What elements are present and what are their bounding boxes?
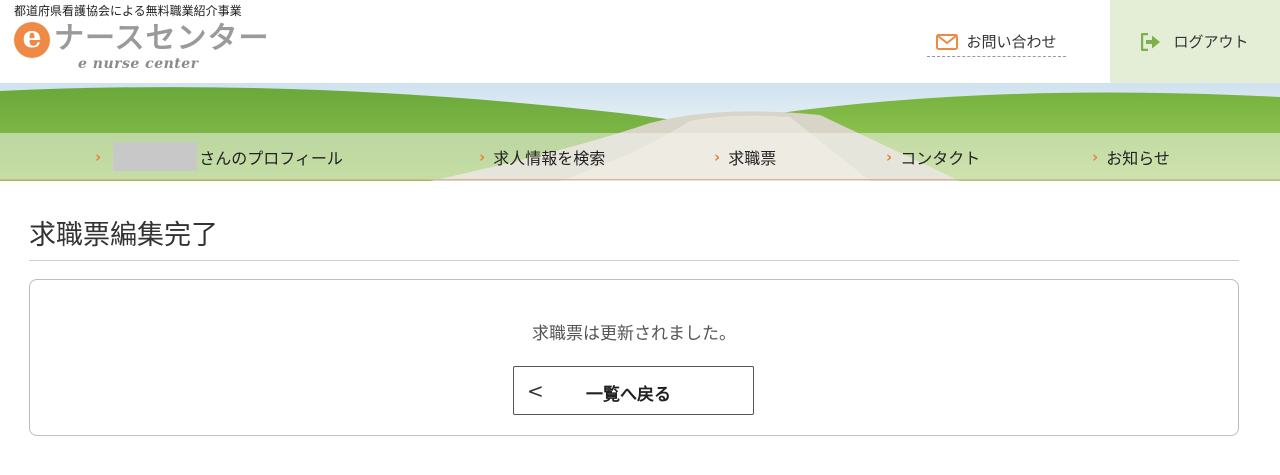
sign-out-icon <box>1141 32 1161 51</box>
site-logo-subtitle: e nurse center <box>78 56 199 72</box>
nav-item-label: 求職票 <box>728 148 777 168</box>
result-panel: 求職票は更新されました。 < 一覧へ戻る <box>29 279 1239 436</box>
chevron-right-icon: › <box>95 147 102 166</box>
chevron-right-icon: › <box>886 147 893 166</box>
result-message: 求職票は更新されました。 <box>532 324 736 344</box>
chevron-right-icon: › <box>714 147 721 166</box>
back-to-list-button[interactable]: < 一覧へ戻る <box>513 366 754 415</box>
main-nav: › さんのプロフィール › 求人情報を検索 › 求職票 › コンタクト › お知… <box>0 133 1280 180</box>
logo-e-icon[interactable]: e <box>14 22 50 58</box>
envelope-icon <box>936 33 959 50</box>
site-logo-text[interactable]: ナースセンター <box>54 20 270 58</box>
chevron-right-icon: › <box>479 147 486 166</box>
chevron-left-icon: < <box>527 379 544 403</box>
nav-item-job-search[interactable]: › 求人情報を検索 <box>479 133 605 180</box>
nav-item-profile[interactable]: › さんのプロフィール <box>95 133 343 180</box>
nav-item-label: お知らせ <box>1106 148 1170 168</box>
nav-item-label: さんのプロフィール <box>199 148 343 168</box>
site-tagline: 都道府県看護協会による無料職業紹介事業 <box>14 4 242 18</box>
nav-item-contact[interactable]: › コンタクト <box>886 133 980 180</box>
chevron-right-icon: › <box>1092 147 1099 166</box>
logout-button[interactable]: ログアウト <box>1110 0 1280 83</box>
nav-item-label: コンタクト <box>900 148 981 168</box>
nav-item-label: 求人情報を検索 <box>493 148 606 168</box>
nav-item-notices[interactable]: › お知らせ <box>1092 133 1170 180</box>
page-title: 求職票編集完了 <box>29 218 1239 261</box>
redacted-user-name <box>113 142 198 171</box>
contact-label: お問い合わせ <box>966 33 1057 51</box>
nav-item-application-form[interactable]: › 求職票 <box>714 133 776 180</box>
back-button-label: 一覧へ戻る <box>586 385 671 405</box>
site-header: 都道府県看護協会による無料職業紹介事業 e ナースセンター e nurse ce… <box>0 0 1280 83</box>
contact-link[interactable]: お問い合わせ <box>927 27 1066 57</box>
logout-label: ログアウト <box>1173 33 1249 51</box>
